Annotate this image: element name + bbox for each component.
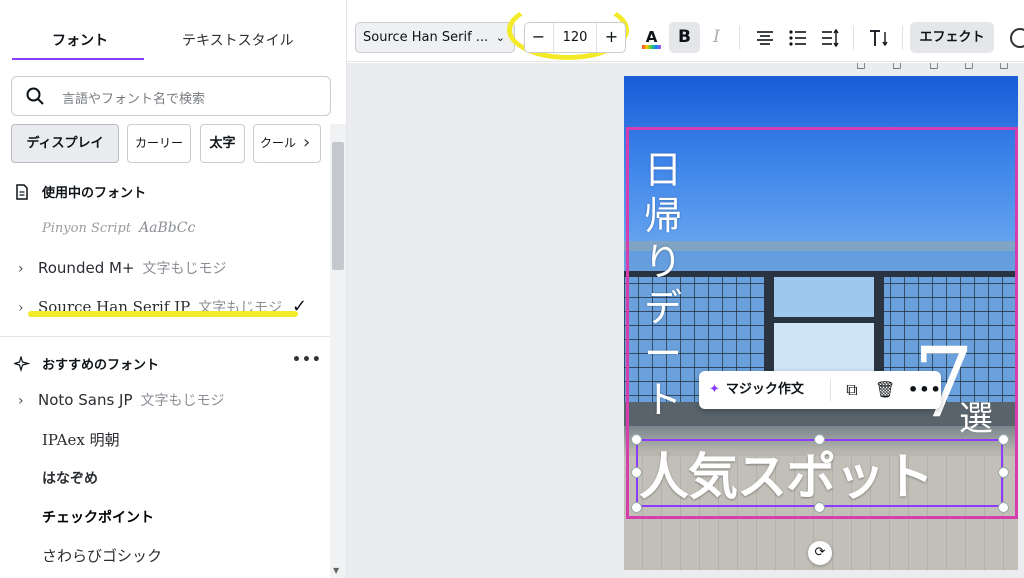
- title-char: り: [643, 240, 682, 284]
- font-panel: フォント テキストスタイル 言語やフォント名で検索 ディスプレイ カーリー 太字…: [0, 0, 347, 578]
- font-sample: AaBbCc: [139, 220, 196, 236]
- title-char: デ: [643, 286, 682, 330]
- font-name: Rounded M+: [38, 259, 135, 277]
- font-item-ipaex-mincho[interactable]: IPAex 明朝: [42, 429, 120, 457]
- panel-tabs: フォント テキストスタイル: [0, 0, 347, 62]
- section-recommended: おすすめのフォント: [14, 354, 159, 373]
- section-recommended-label: おすすめのフォント: [42, 358, 160, 373]
- trash-icon[interactable]: 🗑: [875, 380, 895, 400]
- active-tab-indicator: [12, 58, 144, 60]
- resize-handle[interactable]: [631, 434, 642, 445]
- vertical-text-icon: [869, 30, 888, 47]
- font-sample: 文字もじモジ: [140, 393, 225, 409]
- scrollbar-thumb[interactable]: [332, 142, 344, 270]
- magic-write-button[interactable]: ✦ マジック作文: [709, 371, 804, 409]
- bold-button[interactable]: B: [669, 22, 700, 53]
- font-family-dropdown[interactable]: Source Han Serif ... ⌄: [355, 22, 515, 53]
- section-in-use-label: 使用中のフォント: [42, 186, 147, 201]
- chip-display[interactable]: ディスプレイ: [11, 124, 119, 163]
- vertical-title-text[interactable]: 日 帰 り デ ー ト: [643, 147, 683, 423]
- divider: [739, 26, 740, 50]
- chevron-right-icon[interactable]: ›: [18, 261, 38, 277]
- chevron-right-icon[interactable]: ›: [303, 132, 310, 153]
- text-direction-button[interactable]: [863, 22, 894, 53]
- font-item-pinyon[interactable]: Pinyon Script AaBbCc: [42, 220, 195, 248]
- editor-canvas: ◻ ◻ ◻ ◻ ◻ 日 帰 り デ ー ト 7 選 人気スポット ✦ マジック作…: [347, 63, 1024, 578]
- tab-fonts[interactable]: フォント: [52, 30, 108, 50]
- divider: [0, 336, 330, 337]
- title-char: 日: [643, 148, 682, 192]
- section-in-use: 使用中のフォント: [14, 182, 146, 201]
- font-item-rounded-mplus[interactable]: › Rounded M+ 文字もじモジ: [18, 258, 227, 286]
- yellow-highlight-annotation: [28, 311, 298, 317]
- font-name: IPAex 明朝: [42, 431, 120, 449]
- text-toolbar: Source Han Serif ... ⌄ − 120 + A B I エフェ…: [347, 0, 1024, 62]
- more-options-icon[interactable]: •••: [908, 380, 941, 400]
- font-category-chips: ディスプレイ カーリー 太字 クール ›: [11, 124, 329, 164]
- magic-wand-icon: ✦: [709, 382, 720, 397]
- sparkle-icon: [14, 356, 30, 372]
- font-search-box[interactable]: 言語やフォント名で検索: [11, 76, 331, 116]
- divider: [902, 26, 903, 50]
- title-char: ー: [643, 332, 682, 376]
- chevron-right-icon[interactable]: ›: [18, 393, 38, 409]
- rotate-icon[interactable]: ⟳: [808, 541, 832, 565]
- font-item-noto-sans-jp[interactable]: › Noto Sans JP 文字もじモジ: [18, 390, 225, 418]
- page-action-icons: ◻ ◻ ◻ ◻ ◻: [624, 63, 1024, 75]
- chevron-down-icon: ⌄: [495, 31, 505, 44]
- font-name: チェックポイント: [42, 510, 154, 526]
- font-sample: 文字もじモジ: [142, 261, 227, 277]
- chip-curly[interactable]: カーリー: [127, 124, 191, 163]
- list-button[interactable]: [782, 22, 813, 53]
- align-center-icon: [756, 31, 773, 45]
- scroll-down-arrow-icon[interactable]: ▼: [333, 566, 339, 575]
- search-icon: [26, 87, 44, 105]
- font-name: Noto Sans JP: [38, 391, 133, 409]
- font-item-sawarabi-gothic[interactable]: さわらびゴシック: [42, 545, 162, 573]
- align-center-button[interactable]: [749, 22, 780, 53]
- font-name: Pinyon Script: [42, 221, 132, 236]
- more-tools-icon[interactable]: [1010, 28, 1024, 48]
- document-icon: [16, 184, 28, 200]
- bullet-list-icon: [788, 30, 806, 46]
- tab-text-styles[interactable]: テキストスタイル: [182, 30, 294, 50]
- chip-bold[interactable]: 太字: [200, 124, 245, 163]
- search-input[interactable]: 言語やフォント名で検索: [62, 88, 205, 107]
- increase-size-button[interactable]: +: [598, 23, 625, 52]
- decrease-size-button[interactable]: −: [525, 23, 552, 52]
- add-page-icon[interactable]: ◻: [999, 63, 1009, 71]
- copy-page-icon[interactable]: ◻: [929, 63, 939, 71]
- font-name: さわらびゴシック: [42, 547, 163, 565]
- resize-handle[interactable]: [998, 434, 1009, 445]
- title-char: 帰: [643, 194, 682, 238]
- font-family-value: Source Han Serif ...: [363, 30, 489, 45]
- more-options-icon[interactable]: •••: [292, 352, 322, 368]
- font-item-checkpoint[interactable]: チェックポイント: [42, 507, 154, 535]
- line-spacing-icon: [821, 28, 839, 48]
- font-size-input[interactable]: 120: [553, 23, 597, 52]
- element-context-toolbar: ✦ マジック作文 ⧉ 🗑 •••: [699, 371, 941, 409]
- font-size-stepper[interactable]: − 120 +: [524, 22, 626, 53]
- main-title-text[interactable]: 人気スポット: [639, 447, 1009, 507]
- check-icon: ✓: [292, 296, 308, 317]
- divider: [830, 379, 831, 401]
- effects-button[interactable]: エフェクト: [910, 22, 994, 53]
- divider: [853, 26, 854, 50]
- lock-icon[interactable]: ◻: [856, 63, 866, 71]
- font-item-hanazome[interactable]: はなぞめ: [42, 468, 98, 496]
- resize-handle[interactable]: [814, 434, 825, 445]
- title-char: ト: [643, 378, 682, 422]
- italic-button[interactable]: I: [701, 22, 732, 53]
- delete-page-icon[interactable]: ◻: [964, 63, 974, 71]
- font-name: はなぞめ: [42, 471, 98, 487]
- chip-cool[interactable]: クール: [253, 124, 321, 163]
- duplicate-icon[interactable]: ⧉: [842, 380, 862, 400]
- spacing-button[interactable]: [814, 22, 845, 53]
- magic-write-label: マジック作文: [725, 382, 804, 397]
- hide-icon[interactable]: ◻: [892, 63, 902, 71]
- counter-text[interactable]: 選: [959, 399, 993, 439]
- color-rainbow-bar: [642, 45, 661, 49]
